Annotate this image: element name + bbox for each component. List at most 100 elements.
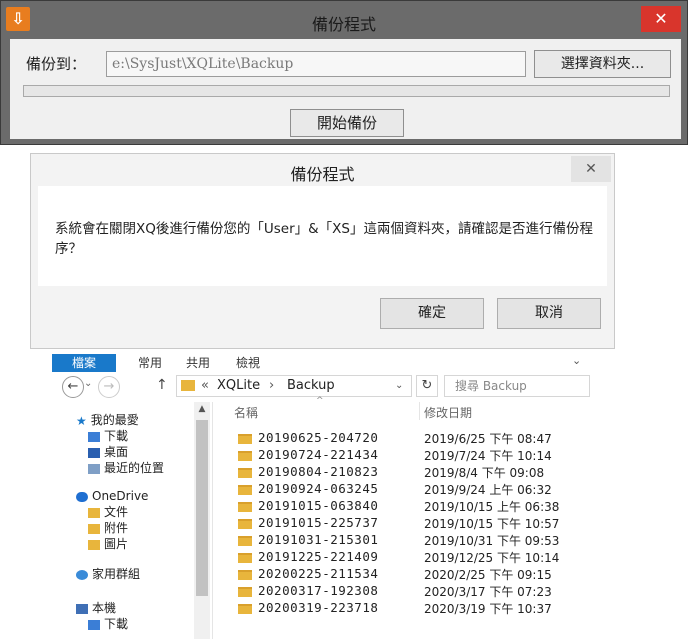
table-row[interactable]: 20191031-215301 2019/10/31 下午 09:53 — [216, 532, 590, 549]
ribbon-tabs: 檔案 常用 共用 檢視 ⌄ — [52, 354, 590, 372]
confirm-dialog: 備份程式 ✕ 系統會在關閉XQ後進行備份您的「User」&「XS」這兩個資料夾，… — [30, 153, 615, 349]
file-date: 2020/2/25 下午 09:15 — [424, 568, 552, 582]
nav-item-documents[interactable]: 文件 — [88, 504, 128, 520]
breadcrumb-separator: › — [269, 378, 275, 393]
nav-quick-access[interactable]: ★ 我的最愛 — [76, 412, 139, 428]
table-row[interactable]: 20191015-063840 2019/10/15 上午 06:38 — [216, 498, 590, 515]
sort-ascending-icon: ^ — [316, 396, 324, 406]
breadcrumb-overflow[interactable]: « — [201, 376, 209, 396]
file-name: 20191015-225737 — [258, 515, 379, 530]
tab-file[interactable]: 檔案 — [52, 354, 116, 372]
dialog-title: 備份程式 — [290, 165, 355, 184]
folder-icon — [238, 604, 252, 614]
desktop-icon — [88, 447, 100, 458]
nav-item-desktop[interactable]: 桌面 — [88, 444, 128, 460]
column-header-date[interactable]: 修改日期 — [424, 404, 472, 421]
folder-icon — [88, 507, 100, 518]
breadcrumb-xqlite[interactable]: XQLite — [217, 376, 260, 396]
homegroup-icon — [76, 569, 88, 580]
tab-view[interactable]: 檢視 — [228, 354, 268, 372]
file-date: 2019/10/31 下午 09:53 — [424, 534, 560, 548]
back-arrow-icon[interactable]: ← — [62, 376, 84, 398]
table-row[interactable]: 20191225-221409 2019/12/25 下午 10:14 — [216, 549, 590, 566]
tab-home[interactable]: 常用 — [132, 354, 168, 372]
backup-to-label: 備份到： — [26, 55, 87, 73]
column-header-name[interactable]: 名稱 — [234, 404, 258, 421]
download-folder-icon — [88, 619, 100, 630]
table-row[interactable]: 20191015-225737 2019/10/15 下午 10:57 — [216, 515, 590, 532]
table-row[interactable]: 20200319-223718 2020/3/19 下午 10:37 — [216, 600, 590, 617]
file-name: 20190625-204720 — [258, 430, 379, 445]
chevron-down-icon[interactable]: ⌄ — [572, 354, 581, 367]
recent-places-icon — [88, 463, 100, 474]
cancel-button[interactable]: 取消 — [497, 298, 601, 329]
file-name: 20191015-063840 — [258, 498, 379, 513]
nav-item-downloads-pc[interactable]: 下載 — [88, 616, 128, 632]
file-name: 20190924-063245 — [258, 481, 379, 496]
file-name: 20190804-210823 — [258, 464, 379, 479]
file-date: 2020/3/19 下午 10:37 — [424, 602, 552, 616]
nav-onedrive[interactable]: OneDrive — [76, 488, 148, 504]
backup-path-input[interactable]: e:\SysJust\XQLite\Backup — [106, 51, 526, 77]
refresh-icon[interactable]: ↻ — [416, 375, 438, 397]
file-date: 2019/10/15 下午 10:57 — [424, 517, 560, 531]
tab-share[interactable]: 共用 — [180, 354, 216, 372]
file-name: 20200225-211534 — [258, 566, 379, 581]
computer-icon — [76, 603, 88, 614]
column-divider[interactable] — [419, 402, 420, 420]
close-icon[interactable]: ✕ — [571, 156, 611, 182]
ok-button[interactable]: 確定 — [380, 298, 484, 329]
file-name: 20191225-221409 — [258, 549, 379, 564]
backup-panel: 備份到： e:\SysJust\XQLite\Backup 選擇資料夾... 開… — [10, 39, 681, 139]
nav-this-pc[interactable]: 本機 — [76, 600, 116, 616]
nav-item-attachments[interactable]: 附件 — [88, 520, 128, 536]
download-folder-icon — [88, 431, 100, 442]
title-bar[interactable]: ⇩ 備份程式 ✕ — [1, 1, 687, 39]
search-input[interactable]: 搜尋 Backup — [444, 375, 590, 397]
nav-item-pictures[interactable]: 圖片 — [88, 536, 128, 552]
folder-icon — [181, 380, 195, 391]
file-date: 2019/8/4 下午 09:08 — [424, 466, 545, 480]
scroll-thumb[interactable] — [196, 420, 208, 596]
chevron-down-icon[interactable]: ⌄ — [84, 378, 92, 389]
choose-folder-button[interactable]: 選擇資料夾... — [534, 50, 671, 78]
close-icon[interactable]: ✕ — [641, 6, 681, 32]
start-backup-button[interactable]: 開始備份 — [290, 109, 404, 137]
folder-icon — [238, 451, 252, 461]
file-date: 2020/3/17 下午 07:23 — [424, 585, 552, 599]
folder-icon — [238, 519, 252, 529]
file-date: 2019/6/25 下午 08:47 — [424, 432, 552, 446]
table-row[interactable]: 20190804-210823 2019/8/4 下午 09:08 — [216, 464, 590, 481]
table-row[interactable]: 20190625-204720 2019/6/25 下午 08:47 — [216, 430, 590, 447]
table-row[interactable]: 20200317-192308 2020/3/17 下午 07:23 — [216, 583, 590, 600]
nav-item-downloads[interactable]: 下載 — [88, 428, 128, 444]
forward-arrow-icon[interactable]: → — [98, 376, 120, 398]
file-name: 20200317-192308 — [258, 583, 379, 598]
breadcrumb-backup[interactable]: Backup — [287, 376, 335, 396]
table-row[interactable]: 20200225-211534 2020/2/25 下午 09:15 — [216, 566, 590, 583]
file-name: 20190724-221434 — [258, 447, 379, 462]
file-name: 20191031-215301 — [258, 532, 379, 547]
scroll-up-icon[interactable]: ▲ — [194, 402, 210, 416]
folder-icon — [238, 553, 252, 563]
file-date: 2019/12/25 下午 10:14 — [424, 551, 560, 565]
star-icon: ★ — [76, 413, 87, 428]
navigation-pane: ★ 我的最愛 下載 桌面 最近的位置 OneDrive 文件 附件 圖片 家用群組… — [52, 402, 213, 639]
chevron-down-icon[interactable]: ⌄ — [395, 376, 403, 396]
file-name: 20200319-223718 — [258, 600, 379, 615]
table-row[interactable]: 20190924-063245 2019/9/24 上午 06:32 — [216, 481, 590, 498]
nav-item-recent[interactable]: 最近的位置 — [88, 460, 164, 476]
folder-icon — [88, 523, 100, 534]
folder-icon — [238, 502, 252, 512]
window-title: 備份程式 — [311, 15, 376, 34]
nav-scrollbar[interactable]: ▲ — [194, 402, 210, 639]
message-area: 系統會在關閉XQ後進行備份您的「User」&「XS」這兩個資料夾，請確認是否進行… — [38, 186, 607, 286]
up-arrow-icon[interactable]: ↑ — [156, 377, 168, 393]
cloud-icon — [76, 491, 88, 502]
table-row[interactable]: 20190724-221434 2019/7/24 下午 10:14 — [216, 447, 590, 464]
nav-homegroup[interactable]: 家用群組 — [76, 566, 140, 582]
address-bar[interactable]: « XQLite › Backup ⌄ — [176, 375, 412, 397]
folder-icon — [238, 468, 252, 478]
folder-icon — [238, 536, 252, 546]
folder-icon — [238, 570, 252, 580]
